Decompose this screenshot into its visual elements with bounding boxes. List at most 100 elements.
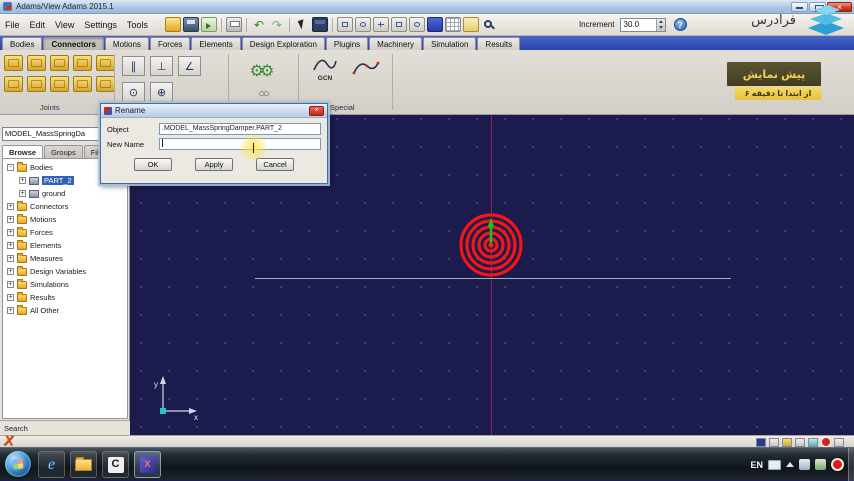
tree-item-elements[interactable]: + Elements	[3, 239, 127, 252]
import-file-icon[interactable]	[200, 17, 217, 32]
shaded-render-icon[interactable]	[426, 17, 443, 32]
tab-forces[interactable]: Forces	[149, 37, 191, 50]
cylindrical-joint-icon[interactable]	[73, 55, 92, 71]
menu-tools[interactable]: Tools	[122, 20, 153, 30]
working-grid-icon[interactable]	[444, 17, 461, 32]
universal-joint-icon[interactable]	[50, 76, 69, 92]
constant-velocity-joint-icon[interactable]	[27, 76, 46, 92]
print-icon[interactable]	[225, 17, 242, 32]
menu-view[interactable]: View	[50, 20, 79, 30]
screw-joint-icon[interactable]	[73, 76, 92, 92]
table-editor-icon[interactable]	[462, 17, 479, 32]
expander-icon[interactable]: +	[19, 190, 26, 197]
magnifier-icon[interactable]	[481, 17, 497, 32]
sidebar-tab-groups[interactable]: Groups	[44, 145, 83, 158]
expander-icon[interactable]: +	[7, 307, 14, 314]
tab-machinery[interactable]: Machinery	[369, 37, 423, 50]
center-marker[interactable]	[488, 242, 494, 248]
spring-damper-part[interactable]	[449, 203, 533, 287]
expander-icon[interactable]: +	[7, 242, 14, 249]
model-toggle-icon[interactable]	[756, 437, 766, 447]
icons-toggle-icon[interactable]	[782, 437, 792, 447]
volume-icon[interactable]	[815, 459, 826, 470]
tray-expand-icon[interactable]	[786, 462, 794, 467]
tree-item-label[interactable]: Motions	[30, 215, 56, 224]
tree-item-motions[interactable]: + Motions	[3, 213, 127, 226]
dialog-close-button[interactable]	[309, 105, 324, 116]
spherical-joint-icon[interactable]	[96, 55, 115, 71]
tab-connectors[interactable]: Connectors	[43, 37, 104, 50]
expander-icon[interactable]: +	[7, 216, 14, 223]
increment-field[interactable]: 30.0	[619, 17, 666, 32]
tree-item-label[interactable]: Measures	[30, 254, 63, 263]
tab-results[interactable]: Results	[477, 37, 521, 50]
help-button[interactable]: ?	[673, 18, 687, 31]
help-icon[interactable]	[834, 437, 844, 447]
grid-toggle-icon[interactable]	[808, 437, 818, 447]
tab-elements[interactable]: Elements	[191, 37, 241, 50]
tree-item-label[interactable]: Elements	[30, 241, 61, 250]
tree-item-all-other[interactable]: + All Other	[3, 304, 127, 317]
spline-curve-button[interactable]	[352, 58, 380, 78]
expander-icon[interactable]: +	[7, 281, 14, 288]
redo-icon[interactable]	[269, 17, 285, 32]
tree-item-design-variables[interactable]: + Design Variables	[3, 265, 127, 278]
zoom-view-icon[interactable]	[372, 17, 389, 32]
tree-item-label[interactable]: Bodies	[30, 163, 53, 172]
apply-button[interactable]: Apply	[195, 158, 233, 171]
tree-item-measures[interactable]: + Measures	[3, 252, 127, 265]
tree-item-label[interactable]: Design Variables	[30, 267, 86, 276]
tab-bodies[interactable]: Bodies	[2, 37, 43, 50]
ok-button[interactable]: OK	[134, 158, 172, 171]
tree-item-label[interactable]: Simulations	[30, 280, 69, 289]
undo-icon[interactable]	[251, 17, 267, 32]
orientation-icon[interactable]	[178, 56, 201, 76]
menu-settings[interactable]: Settings	[79, 20, 122, 30]
pan-view-icon[interactable]	[336, 17, 353, 32]
increment-stepper[interactable]	[655, 18, 665, 31]
open-database-icon[interactable]	[164, 17, 181, 32]
expander-icon[interactable]: +	[7, 203, 14, 210]
render-mode-icon[interactable]	[795, 437, 805, 447]
tree-item-results[interactable]: + Results	[3, 291, 127, 304]
rotate-view-icon[interactable]	[354, 17, 371, 32]
tree-item-label[interactable]: Forces	[30, 228, 53, 237]
fit-view-icon[interactable]	[390, 17, 407, 32]
tab-plugins[interactable]: Plugins	[325, 37, 369, 50]
inline-joint-icon[interactable]	[96, 76, 115, 92]
parallel-axes-icon[interactable]	[122, 56, 145, 76]
planar-joint-icon[interactable]	[4, 76, 23, 92]
keyboard-layout-icon[interactable]	[768, 459, 781, 470]
revolute-joint-icon[interactable]	[27, 55, 46, 71]
expander-icon[interactable]: +	[7, 294, 14, 301]
tree-item-ground[interactable]: + ground	[3, 187, 127, 200]
view-cube-icon[interactable]	[311, 17, 328, 32]
view-mode-icon[interactable]	[769, 437, 779, 447]
inline-primitive-icon[interactable]	[150, 82, 173, 102]
tree-item-simulations[interactable]: + Simulations	[3, 278, 127, 291]
language-indicator[interactable]: EN	[750, 460, 763, 470]
tree-item-label[interactable]: Results	[30, 293, 55, 302]
expander-icon[interactable]: +	[19, 177, 26, 184]
tree-item-label[interactable]: All Other	[30, 306, 59, 315]
translational-joint-icon[interactable]	[50, 55, 69, 71]
record-indicator-icon[interactable]	[831, 458, 844, 471]
inplane-icon[interactable]	[122, 82, 145, 102]
front-view-icon[interactable]	[408, 17, 425, 32]
gcn-constraint-button[interactable]: GCN	[308, 57, 342, 82]
windows-explorer-button[interactable]	[70, 451, 97, 478]
start-button[interactable]	[5, 451, 31, 477]
expander-icon[interactable]: +	[7, 229, 14, 236]
show-desktop-button[interactable]	[848, 448, 854, 481]
menu-edit[interactable]: Edit	[25, 20, 51, 30]
save-database-icon[interactable]	[182, 17, 199, 32]
select-cursor-icon[interactable]	[294, 17, 310, 32]
expander-icon[interactable]: -	[7, 164, 14, 171]
tree-item-label[interactable]: Connectors	[30, 202, 68, 211]
expander-icon[interactable]: +	[7, 268, 14, 275]
camtasia-button[interactable]	[102, 451, 129, 478]
perpendicular-icon[interactable]	[150, 56, 173, 76]
search-section[interactable]: Search	[0, 420, 130, 435]
tree-item-connectors[interactable]: + Connectors	[3, 200, 127, 213]
object-field[interactable]: .MODEL_MassSpringDamper.PART_2	[159, 123, 321, 135]
